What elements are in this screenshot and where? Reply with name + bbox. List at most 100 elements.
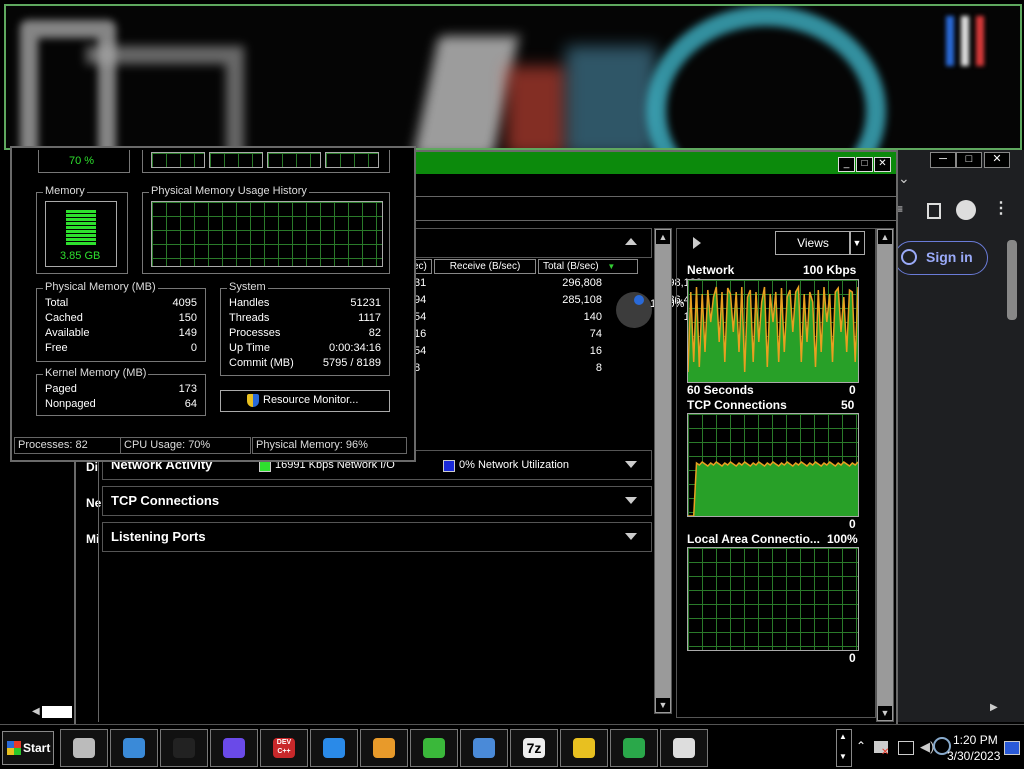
cell-receive: 74: [589, 328, 602, 340]
expand-icon[interactable]: [625, 533, 637, 540]
browser-scrollbar[interactable]: [1007, 240, 1017, 320]
scroll-down-icon[interactable]: ▼: [655, 697, 671, 713]
taskbar-button-clock[interactable]: [660, 729, 708, 767]
table-row[interactable]: 8816: [412, 361, 702, 377]
taskbar-button-dev-cpp[interactable]: DEV C++: [260, 729, 308, 767]
taskbar-button-printer[interactable]: [60, 729, 108, 767]
lan-graph-max: 100%: [827, 532, 858, 546]
network-process-table: 31 296,808 298,139 94 285,108 286,402 54 140 193…: [412, 276, 702, 377]
taskbar-button-windows[interactable]: [410, 729, 458, 767]
column-header-receive[interactable]: Receive (B/sec): [434, 259, 536, 274]
error-x-icon: ✕: [881, 747, 890, 758]
system-caption: System: [227, 281, 268, 293]
network-tray-icon[interactable]: [898, 741, 914, 755]
chevron-down-icon[interactable]: ⌄: [898, 170, 910, 187]
cell-receive: 8: [595, 362, 602, 374]
collapse-icon[interactable]: [625, 238, 637, 245]
network-graph-min: 0: [849, 383, 856, 397]
views-dropdown-icon[interactable]: ▼: [849, 231, 865, 255]
background-hscroll[interactable]: ◀: [2, 704, 72, 720]
expand-icon[interactable]: [625, 461, 637, 468]
browser-minimize-button[interactable]: ─: [930, 152, 956, 168]
scroll-up-icon[interactable]: ▲: [839, 732, 847, 741]
system-threads-label: Threads: [229, 312, 270, 324]
listening-ports-header[interactable]: Listening Ports: [102, 522, 652, 552]
column-header-total[interactable]: Total (B/sec) ▼: [538, 259, 638, 274]
start-button[interactable]: Start: [2, 731, 54, 765]
kernel-paged-value: 173: [178, 383, 197, 395]
browser-window: ─ □ ✕ ⌄ ≡ ⋮ Sign in ▶: [893, 150, 1024, 722]
table-row[interactable]: 541670: [412, 344, 702, 360]
kernel-nonpaged-value: 64: [184, 398, 197, 410]
tcp-connections-header[interactable]: TCP Connections: [102, 486, 652, 516]
scroll-right-icon[interactable]: ▶: [990, 702, 998, 713]
taskbar-button-remote-desktop[interactable]: [460, 729, 508, 767]
profile-avatar-icon[interactable]: [956, 200, 976, 220]
printer-icon: [73, 738, 95, 758]
expand-pane-icon[interactable]: [693, 237, 701, 249]
side-tab-disk[interactable]: Di: [86, 460, 98, 474]
memory-history-caption: Physical Memory Usage History: [149, 185, 309, 197]
magnifier-handle-icon: [634, 295, 644, 305]
main-scrollbar[interactable]: ▲ ▼: [654, 228, 672, 714]
views-button[interactable]: Views: [775, 231, 851, 255]
expand-icon[interactable]: [625, 497, 637, 504]
scroll-left-icon[interactable]: ◀: [32, 706, 40, 717]
memory-meter: 3.85 GB: [45, 201, 117, 267]
reading-list-icon[interactable]: ≡: [896, 202, 910, 216]
show-desktop-icon[interactable]: [1004, 741, 1020, 755]
minimize-button[interactable]: _: [838, 157, 855, 172]
sign-in-button[interactable]: Sign in: [894, 241, 988, 275]
windows-logo-icon: [7, 741, 21, 755]
taskbar-button-monitor-image[interactable]: [110, 729, 158, 767]
sidebar-icon[interactable]: [927, 203, 941, 219]
graph-scrollbar[interactable]: ▲ ▼: [876, 228, 894, 722]
physical-cached-value: 150: [178, 312, 197, 324]
taskbar-button-7zip[interactable]: 7z: [510, 729, 558, 767]
show-hidden-icons-icon[interactable]: ⌃: [856, 739, 866, 753]
maximize-button[interactable]: □: [856, 157, 873, 172]
firefox-icon: [373, 738, 395, 758]
shield-icon: [247, 394, 259, 407]
network-util-legend-icon: [443, 460, 455, 472]
cell-receive: 16: [589, 345, 602, 357]
taskbar-button-chrome[interactable]: [560, 729, 608, 767]
scroll-up-icon[interactable]: ▲: [877, 229, 893, 245]
listening-ports-title: Listening Ports: [111, 529, 206, 544]
more-menu-icon[interactable]: ⋮: [993, 198, 1009, 218]
physical-total-label: Total: [45, 297, 69, 309]
taskbar-button-internet-explorer[interactable]: [310, 729, 358, 767]
table-row[interactable]: 31 296,808 298,139: [412, 276, 702, 292]
cell-receive: 140: [583, 311, 602, 323]
close-button[interactable]: ✕: [874, 157, 891, 172]
memory-history-group: Physical Memory Usage History: [142, 185, 390, 274]
scroll-down-icon[interactable]: ▼: [839, 752, 847, 761]
side-tab-network[interactable]: Ne: [86, 496, 101, 510]
windows-icon: [423, 738, 445, 758]
scroll-up-icon[interactable]: ▲: [655, 229, 671, 245]
taskbar-scroll[interactable]: ▲ ▼: [836, 729, 852, 767]
remote-desktop-icon: [473, 738, 495, 758]
start-label: Start: [23, 741, 51, 755]
taskbar-button-visual-studio[interactable]: [210, 729, 258, 767]
taskbar-button-network-monitor[interactable]: [610, 729, 658, 767]
cell-receive: 285,108: [562, 294, 602, 306]
resource-monitor-button-label: Resource Monitor...: [263, 394, 359, 406]
taskbar-button-firefox[interactable]: [360, 729, 408, 767]
visual-studio-icon: [223, 738, 245, 758]
chrome-icon: [573, 738, 595, 758]
tcp-graph-title: TCP Connections: [687, 398, 787, 412]
clock-date[interactable]: 3/30/2023: [947, 749, 1000, 763]
table-row[interactable]: 167490: [412, 327, 702, 343]
lan-graph: [687, 547, 859, 651]
resource-monitor-button[interactable]: Resource Monitor...: [220, 390, 390, 412]
desktop-banner-image: [4, 4, 1022, 150]
clock-time[interactable]: 1:20 PM: [953, 733, 998, 747]
browser-maximize-button[interactable]: □: [956, 152, 982, 168]
scroll-thumb[interactable]: [42, 706, 72, 718]
scroll-down-icon[interactable]: ▼: [877, 705, 893, 721]
network-monitor-icon: [623, 738, 645, 758]
tcp-graph-min: 0: [849, 517, 856, 531]
browser-close-button[interactable]: ✕: [984, 152, 1010, 168]
taskbar-button-cmd[interactable]: [160, 729, 208, 767]
